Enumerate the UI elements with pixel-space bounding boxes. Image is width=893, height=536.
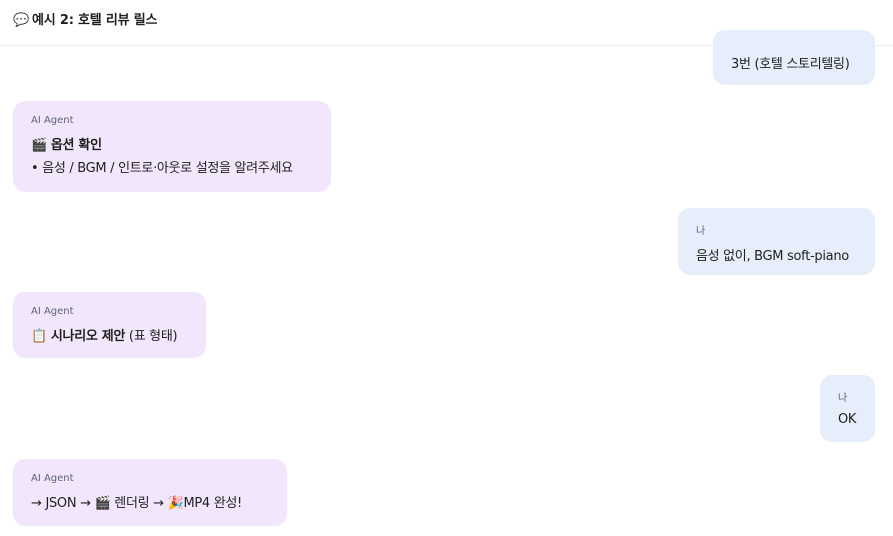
pipeline-text: → JSON → 🎬 렌더링 → 🎉MP4 완성! [31,492,287,511]
agent-message: AI Agent → JSON → 🎬 렌더링 → 🎉MP4 완성! [13,459,287,526]
message-text: OK [838,412,857,427]
pipeline-step-mp4: MP4 완성! [183,496,242,511]
speaker-label: 나 [838,393,848,404]
message-title-suffix: (표 형태) [128,329,178,344]
agent-message: AI Agent 📋 시나리오 제안 (표 형태) [13,292,206,358]
message-text: 음성 없이, BGM soft-piano [696,249,849,264]
party-popper-icon: 🎉 [167,496,184,511]
clapper-board-icon: 🎬 [94,496,111,511]
speaker-label: 나 [696,226,706,237]
pipeline-step-render: 렌더링 [114,496,150,511]
speech-bubble-icon: 💬 [13,13,29,28]
message-title: 📋 시나리오 제안 (표 형태) [31,325,206,344]
message-title-text: 시나리오 제안 [50,329,126,344]
message-title: 🎬 옵션 확인 [31,134,331,153]
page-title: 💬 예시 2: 호텔 리뷰 릴스 [13,9,157,28]
user-message: 3번 (호텔 스토리텔링) [713,30,875,85]
clapper-board-icon: 🎬 [31,138,47,153]
speaker-label: AI Agent [31,306,74,317]
clipboard-icon: 📋 [31,329,47,344]
arrow-icon: → [153,496,164,511]
user-message: 나 음성 없이, BGM soft-piano [678,208,875,275]
page-title-text: 예시 2: 호텔 리뷰 릴스 [32,13,158,28]
message-body: • 음성 / BGM / 인트로·아웃로 설정을 알려주세요 [31,161,293,176]
speaker-label: AI Agent [31,473,74,484]
pipeline-step-json: JSON [45,496,77,511]
arrow-icon: → [31,496,42,511]
message-title-text: 옵션 확인 [50,138,102,153]
user-message: 나 OK [820,375,875,442]
arrow-icon: → [80,496,91,511]
message-text: 3번 (호텔 스토리텔링) [731,57,850,72]
speaker-label: AI Agent [31,115,74,126]
agent-message: AI Agent 🎬 옵션 확인 • 음성 / BGM / 인트로·아웃로 설정을… [13,101,331,192]
